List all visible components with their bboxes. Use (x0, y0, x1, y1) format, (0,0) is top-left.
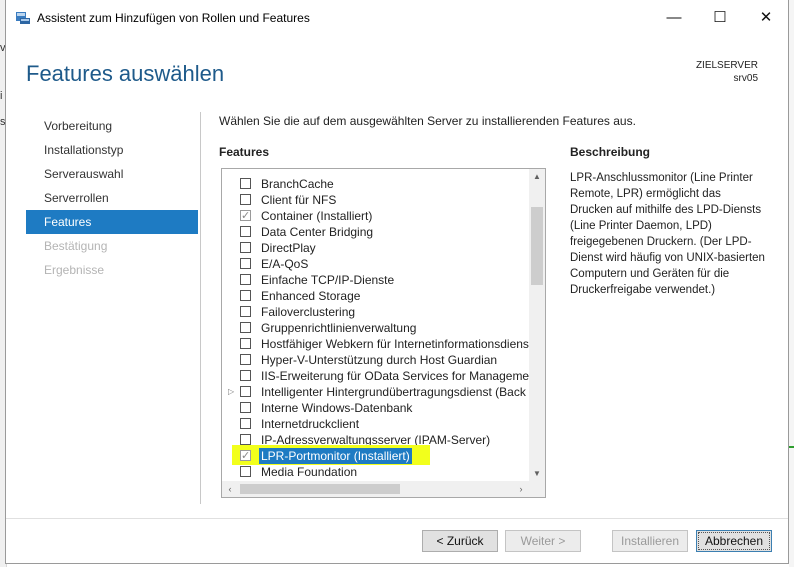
nav-item-vorbereitung[interactable]: Vorbereitung (6, 114, 198, 138)
feature-row[interactable]: Enhanced Storage (222, 288, 527, 304)
feature-label: Data Center Bridging (261, 225, 374, 239)
feature-row[interactable]: Media Foundation (222, 464, 527, 480)
feature-row[interactable]: Hyper-V-Unterstützung durch Host Guardia… (222, 352, 527, 368)
next-button[interactable]: Weiter > (505, 530, 581, 552)
feature-label: Internetdruckclient (261, 417, 360, 431)
feature-label: Failoverclustering (261, 305, 356, 319)
maximize-button[interactable]: ☐ (697, 0, 743, 36)
feature-row[interactable]: IIS-Erweiterung für OData Services for M… (222, 368, 539, 384)
feature-row[interactable]: Container (Installiert) (222, 208, 527, 224)
feature-row[interactable]: BranchCache (222, 176, 527, 192)
target-server-name: srv05 (733, 73, 758, 84)
description-heading: Beschreibung (570, 145, 651, 159)
cancel-button[interactable]: Abbrechen (696, 530, 772, 552)
wizard-header: Features auswählen ZIELSERVER srv05 (6, 36, 788, 96)
feature-checkbox[interactable] (240, 448, 251, 464)
features-rows: BranchCache Client für NFS Container (Inst… (222, 176, 539, 480)
feature-checkbox[interactable] (240, 354, 251, 365)
feature-checkbox[interactable] (240, 194, 251, 205)
feature-checkbox[interactable] (240, 386, 251, 397)
scrollbar-thumb-horizontal[interactable] (240, 484, 400, 494)
feature-checkbox[interactable] (240, 290, 251, 301)
nav-item-installationstyp[interactable]: Installationstyp (6, 138, 198, 162)
feature-label: Container (Installiert) (261, 209, 373, 223)
feature-label: E/A-QoS (261, 257, 309, 271)
feature-row[interactable]: Gruppenrichtlinienverwaltung (222, 320, 527, 336)
feature-checkbox[interactable] (240, 418, 251, 429)
feature-row[interactable]: Failoverclustering (222, 304, 527, 320)
feature-row[interactable]: E/A-QoS (222, 256, 527, 272)
back-button[interactable]: < Zurück (422, 530, 498, 552)
feature-checkbox[interactable] (240, 466, 251, 477)
window-title: Assistent zum Hinzufügen von Rollen und … (37, 11, 310, 25)
background-window-edge-right (789, 0, 794, 567)
feature-label: Hostfähiger Webkern für Internetinformat… (261, 337, 539, 351)
feature-label: Gruppenrichtlinienverwaltung (261, 321, 417, 335)
feature-label: Hyper-V-Unterstützung durch Host Guardia… (261, 353, 498, 367)
feature-row[interactable]: Hostfähiger Webkern für Internetinformat… (222, 336, 539, 352)
feature-checkbox[interactable] (240, 274, 251, 285)
minimize-button[interactable]: — (651, 0, 697, 36)
feature-checkbox[interactable] (240, 322, 251, 333)
feature-label: BranchCache (261, 177, 334, 191)
features-heading: Features (219, 145, 270, 159)
expand-arrow-icon[interactable]: ▷ (228, 384, 236, 400)
horizontal-scrollbar[interactable]: ‹ › (222, 481, 545, 497)
install-button[interactable]: Installieren (612, 530, 688, 552)
title-bar: Assistent zum Hinzufügen von Rollen und … (6, 0, 788, 36)
feature-label: LPR-Portmonitor (Installiert) (259, 448, 412, 464)
feature-row[interactable]: ▷ Intelligenter Hintergrundübertragungsdi… (222, 384, 527, 400)
feature-label: DirectPlay (261, 241, 316, 255)
feature-checkbox[interactable] (240, 226, 251, 237)
scroll-up-icon[interactable]: ▲ (529, 169, 545, 185)
feature-checkbox[interactable] (240, 258, 251, 269)
vertical-scrollbar[interactable]: ▲ ▼ (529, 169, 545, 482)
feature-label: Intelligenter Hintergrundübertragungsdie… (261, 385, 526, 399)
scrollbar-thumb[interactable] (531, 207, 543, 285)
nav-item-ergebnisse: Ergebnisse (44, 263, 105, 277)
feature-checkbox[interactable] (240, 178, 251, 189)
scroll-right-icon[interactable]: › (513, 481, 529, 497)
feature-checkbox[interactable] (240, 208, 251, 224)
feature-label: Enhanced Storage (261, 289, 361, 303)
feature-label: Interne Windows-Datenbank (261, 401, 413, 415)
feature-checkbox[interactable] (240, 242, 251, 253)
feature-label: Einfache TCP/IP-Dienste (261, 273, 395, 287)
feature-checkbox[interactable] (240, 402, 251, 413)
target-server-label: ZIELSERVER (695, 60, 758, 71)
nav-item-bestaetigung: Bestätigung (44, 239, 108, 253)
instruction-text: Wählen Sie die auf dem ausgewählten Serv… (219, 114, 636, 128)
close-button[interactable]: ✕ (743, 0, 789, 36)
feature-row[interactable]: Internetdruckclient (222, 416, 527, 432)
background-text: i (0, 90, 3, 102)
server-manager-icon (15, 11, 31, 25)
feature-checkbox[interactable] (240, 306, 251, 317)
feature-row[interactable]: Client für NFS (222, 192, 527, 208)
features-list[interactable]: BranchCache Client für NFS Container (Inst… (221, 168, 546, 498)
feature-checkbox[interactable] (240, 434, 251, 445)
scroll-left-icon[interactable]: ‹ (222, 481, 238, 497)
feature-row[interactable]: LPR-Portmonitor (Installiert) (222, 445, 527, 465)
scroll-down-icon[interactable]: ▼ (529, 466, 545, 482)
feature-row[interactable]: Einfache TCP/IP-Dienste (222, 272, 527, 288)
wizard-window: Assistent zum Hinzufügen von Rollen und … (5, 0, 789, 564)
footer-divider (6, 518, 788, 519)
nav-item-features[interactable]: Features (26, 210, 198, 234)
nav-divider (200, 112, 201, 504)
feature-row[interactable]: Interne Windows-Datenbank (222, 400, 527, 416)
feature-label: IIS-Erweiterung für OData Services for M… (261, 369, 540, 383)
nav-item-serverrollen[interactable]: Serverrollen (6, 186, 198, 210)
wizard-nav: Vorbereitung Installationstyp Serverausw… (6, 114, 198, 282)
feature-checkbox[interactable] (240, 370, 251, 381)
feature-checkbox[interactable] (240, 338, 251, 349)
page-title: Features auswählen (26, 61, 225, 86)
nav-item-serverauswahl[interactable]: Serverauswahl (6, 162, 198, 186)
feature-row[interactable]: Data Center Bridging (222, 224, 527, 240)
feature-label: Media Foundation (261, 465, 358, 479)
feature-label: Client für NFS (261, 193, 337, 207)
feature-row[interactable]: DirectPlay (222, 240, 527, 256)
description-text: LPR-Anschlussmonitor (Line Printer Remot… (570, 172, 765, 296)
